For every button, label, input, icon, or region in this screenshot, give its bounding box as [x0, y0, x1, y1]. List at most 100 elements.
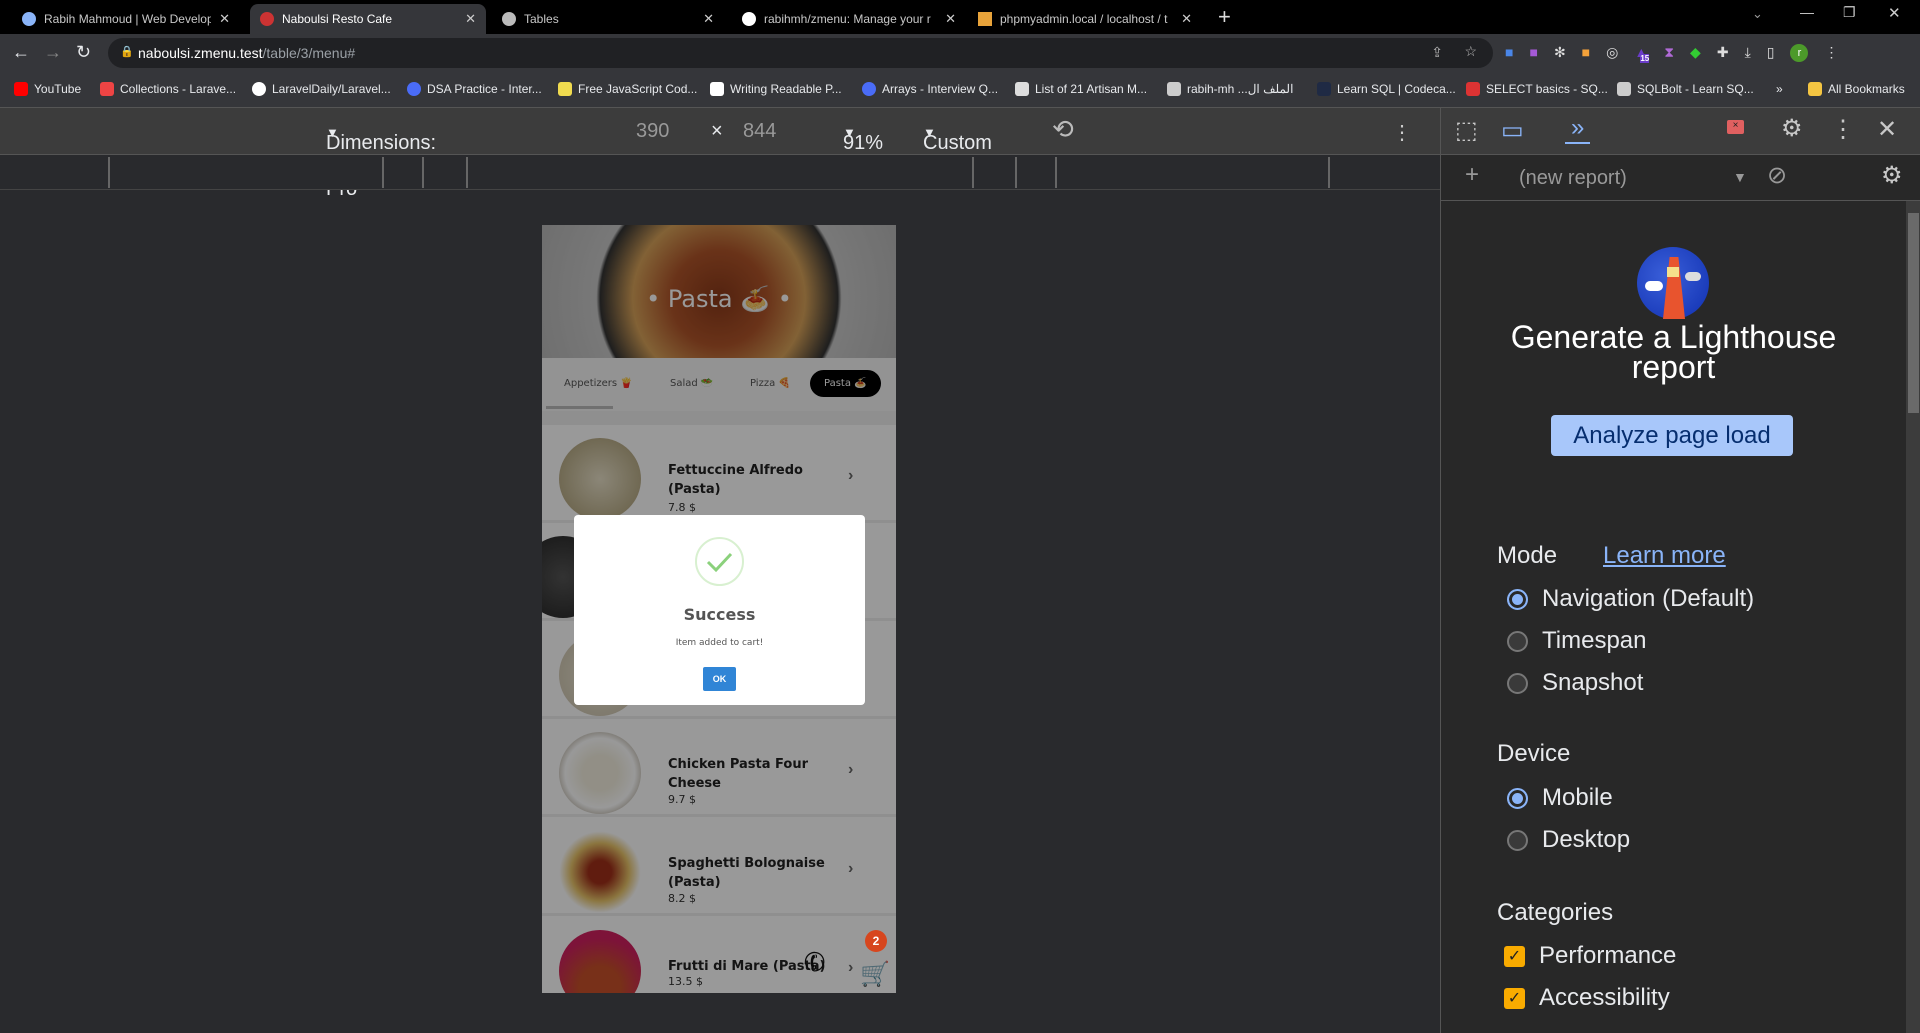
extension-icon[interactable]: ⧗ — [1664, 44, 1674, 62]
extensions-puzzle-icon[interactable]: ✚ — [1717, 44, 1729, 62]
all-bookmarks[interactable]: All Bookmarks — [1808, 82, 1905, 96]
lighthouse-toolbar: + (new report) ▼ ⊘ ⚙ — [1441, 155, 1920, 201]
mode-navigation-radio[interactable]: Navigation (Default) — [1507, 585, 1754, 613]
settings-gear-icon[interactable]: ⚙ — [1781, 114, 1803, 143]
plus-icon — [710, 82, 724, 96]
more-options-icon[interactable]: ⋮ — [1392, 120, 1412, 145]
error-count-icon[interactable]: × — [1727, 120, 1744, 134]
reload-icon[interactable]: ↻ — [76, 42, 91, 63]
more-bookmarks-button[interactable]: » — [1776, 82, 1783, 96]
close-tab-icon[interactable]: ✕ — [219, 11, 230, 27]
share-icon[interactable]: ⇪ — [1431, 44, 1443, 61]
media-query-marker[interactable] — [1015, 157, 1017, 188]
rotate-icon[interactable]: ⟲ — [1052, 114, 1074, 145]
bookmark-item[interactable]: Arrays - Interview Q... — [862, 82, 998, 96]
radio-unchecked — [1507, 829, 1528, 851]
lighthouse-settings-icon[interactable]: ⚙ — [1881, 161, 1903, 190]
tab-phpmyadmin[interactable]: phpmyadmin.local / localhost / t ✕ — [968, 4, 1202, 34]
plus-icon[interactable]: + — [1465, 161, 1479, 189]
menu-kebab-icon[interactable]: ⋮ — [1824, 44, 1838, 62]
device-desktop-radio[interactable]: Desktop — [1507, 826, 1630, 854]
inspect-element-icon[interactable]: ⬚ — [1455, 116, 1478, 145]
category-performance-checkbox[interactable]: ✓ Performance — [1504, 942, 1676, 970]
url-input[interactable]: 🔒 naboulsi.zmenu.test/table/3/menu# ⇪ ☆ — [108, 38, 1493, 68]
bookmark-item[interactable]: rabih-mh ...الملف ال — [1167, 82, 1293, 96]
media-query-marker[interactable] — [1328, 157, 1330, 188]
tab-naboulsi-resto-cafe[interactable]: Naboulsi Resto Cafe ✕ — [250, 4, 486, 34]
close-tab-icon[interactable]: ✕ — [703, 11, 714, 27]
close-devtools-icon[interactable]: ✕ — [1877, 115, 1897, 144]
globe-icon — [502, 12, 516, 26]
minimize-icon[interactable]: — — [1800, 4, 1814, 20]
device-select[interactable]: Dimensions: iPhone 12 Pro ▼ — [326, 120, 436, 200]
width-input[interactable]: 390 — [636, 120, 669, 143]
more-options-icon[interactable]: ⋮ — [1831, 115, 1855, 144]
extension-icon[interactable]: ◆ — [1690, 44, 1701, 62]
extension-icon[interactable]: ■ — [1529, 44, 1537, 62]
lock-icon: 🔒 — [120, 46, 134, 58]
bookmark-item[interactable]: Learn SQL | Codeca... — [1317, 82, 1456, 96]
bookmark-item[interactable]: List of 21 Artisan M... — [1015, 82, 1147, 96]
dropdown-arrow-icon[interactable]: ▼ — [1733, 169, 1747, 185]
bookmark-item[interactable]: DSA Practice - Inter... — [407, 82, 542, 96]
extension-icon[interactable]: ◎ — [1606, 44, 1618, 62]
tab-tables[interactable]: Tables ✕ — [492, 4, 724, 34]
artisan-icon — [1015, 82, 1029, 96]
zoom-select[interactable]: 91% ▼ — [843, 120, 883, 154]
extensions-area: ■ ■ ✻ ■ ◎ ▲ 15 ⧗ ◆ ✚ ⤓ ▯ r ⋮ — [1505, 44, 1838, 63]
javascript-icon — [558, 82, 572, 96]
radio-checked — [1507, 787, 1528, 809]
extension-badge-icon[interactable]: ▲ 15 — [1634, 44, 1650, 63]
device-toggle-icon[interactable]: ▭ — [1501, 116, 1524, 145]
download-icon[interactable]: ⤓ — [1745, 44, 1751, 62]
side-panel-icon[interactable]: ▯ — [1767, 44, 1775, 62]
extension-translate-icon[interactable]: ■ — [1505, 44, 1513, 62]
bookmark-youtube[interactable]: YouTube — [14, 82, 81, 96]
extension-react-icon[interactable]: ✻ — [1554, 44, 1566, 62]
media-query-marker[interactable] — [466, 157, 468, 188]
bookmark-item[interactable]: LaravelDaily/Laravel... — [252, 82, 391, 96]
restore-icon[interactable]: ❐ — [1843, 4, 1856, 21]
close-window-icon[interactable]: ✕ — [1888, 4, 1901, 22]
back-icon[interactable]: ← — [12, 42, 30, 63]
bookmark-item[interactable]: SELECT basics - SQ... — [1466, 82, 1608, 96]
mode-snapshot-radio[interactable]: Snapshot — [1507, 669, 1643, 697]
category-accessibility-checkbox[interactable]: ✓ Accessibility — [1504, 984, 1670, 1012]
more-tabs-icon[interactable]: » — [1565, 114, 1591, 144]
laravel-icon — [100, 82, 114, 96]
close-tab-icon[interactable]: ✕ — [945, 11, 956, 27]
report-select[interactable]: (new report) — [1519, 167, 1627, 190]
ok-button[interactable]: OK — [703, 667, 736, 691]
learn-more-link[interactable]: Learn more — [1603, 542, 1726, 570]
analyze-page-load-button[interactable]: Analyze page load — [1551, 415, 1793, 456]
tab-search-icon[interactable]: ⌄ — [1752, 6, 1763, 22]
close-tab-icon[interactable]: ✕ — [465, 11, 476, 27]
device-mobile-radio[interactable]: Mobile — [1507, 784, 1613, 812]
media-query-marker[interactable] — [422, 157, 424, 188]
clear-icon[interactable]: ⊘ — [1767, 161, 1787, 190]
dialog-message: Item added to cart! — [675, 638, 764, 648]
height-input[interactable]: 844 — [743, 120, 776, 143]
media-query-marker[interactable] — [382, 157, 384, 188]
close-tab-icon[interactable]: ✕ — [1181, 11, 1192, 27]
throttle-select[interactable]: Custom ▼ — [923, 120, 992, 154]
gfg-icon — [862, 82, 876, 96]
profile-avatar[interactable]: r — [1790, 44, 1809, 62]
media-query-marker[interactable] — [972, 157, 974, 188]
media-query-marker[interactable] — [1055, 157, 1057, 188]
extension-icon[interactable]: ■ — [1582, 44, 1590, 62]
success-check-icon — [695, 537, 744, 586]
bookmark-star-icon[interactable]: ☆ — [1464, 43, 1477, 60]
bookmark-item[interactable]: Free JavaScript Cod... — [558, 82, 697, 96]
forward-icon[interactable]: → — [44, 42, 62, 63]
tab-rabih-mahmoud[interactable]: Rabih Mahmoud | Web Develop ✕ — [12, 4, 240, 34]
mode-timespan-radio[interactable]: Timespan — [1507, 627, 1646, 655]
checkmark-icon: ✓ — [1504, 987, 1525, 1009]
media-query-marker[interactable] — [108, 157, 110, 188]
scrollbar-thumb[interactable] — [1908, 213, 1919, 413]
tab-github-zmenu[interactable]: rabihmh/zmenu: Manage your r ✕ — [732, 4, 966, 34]
bookmark-item[interactable]: Collections - Larave... — [100, 82, 236, 96]
bookmark-item[interactable]: Writing Readable P... — [710, 82, 842, 96]
bookmark-item[interactable]: SQLBolt - Learn SQ... — [1617, 82, 1754, 96]
new-tab-button[interactable]: + — [1218, 4, 1231, 30]
